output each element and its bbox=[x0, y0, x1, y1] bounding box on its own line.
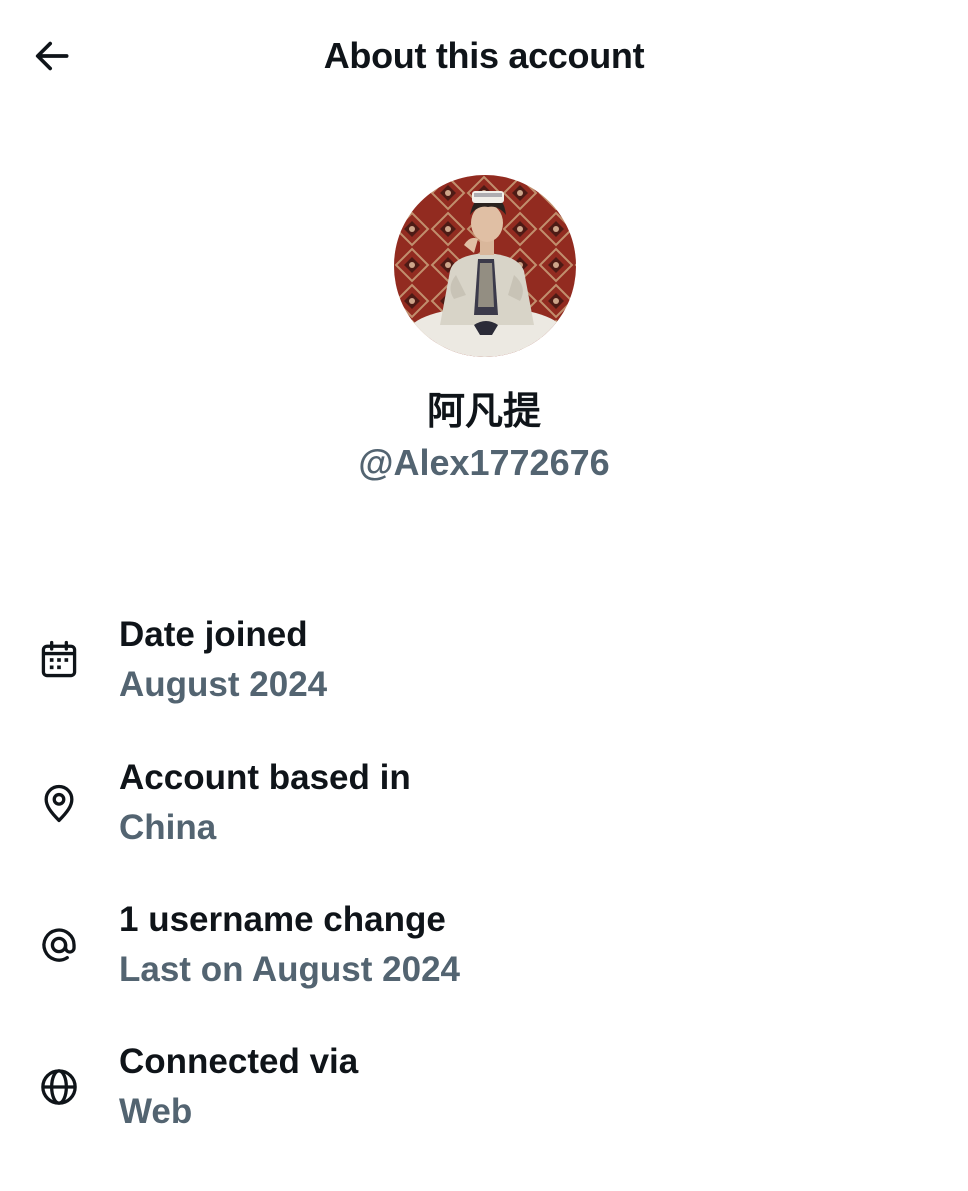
info-row-date-joined: Date joined August 2024 bbox=[0, 613, 968, 723]
username-change-value: Last on August 2024 bbox=[119, 950, 460, 989]
info-row-connected-via: Connected via Web bbox=[0, 1040, 968, 1150]
connected-via-label: Connected via bbox=[119, 1042, 359, 1081]
info-row-account-location: Account based in China bbox=[0, 756, 968, 866]
display-name: 阿凡提 bbox=[426, 389, 541, 433]
page-title: About this account bbox=[323, 35, 645, 76]
date-joined-label: Date joined bbox=[119, 615, 308, 654]
account-based-in-value: China bbox=[119, 808, 217, 847]
info-row-username-change: 1 username change Last on August 2024 bbox=[0, 898, 968, 1008]
username-change-label: 1 username change bbox=[119, 900, 446, 939]
calendar-icon bbox=[34, 635, 84, 685]
at-sign-icon bbox=[34, 920, 84, 970]
username-handle: @Alex1772676 bbox=[358, 442, 610, 483]
location-pin-icon bbox=[34, 778, 84, 828]
avatar bbox=[394, 175, 576, 357]
globe-icon bbox=[34, 1062, 84, 1112]
date-joined-value: August 2024 bbox=[119, 665, 328, 704]
top-bar: About this account bbox=[0, 0, 968, 110]
account-based-in-label: Account based in bbox=[119, 758, 411, 797]
connected-via-value: Web bbox=[119, 1092, 193, 1131]
